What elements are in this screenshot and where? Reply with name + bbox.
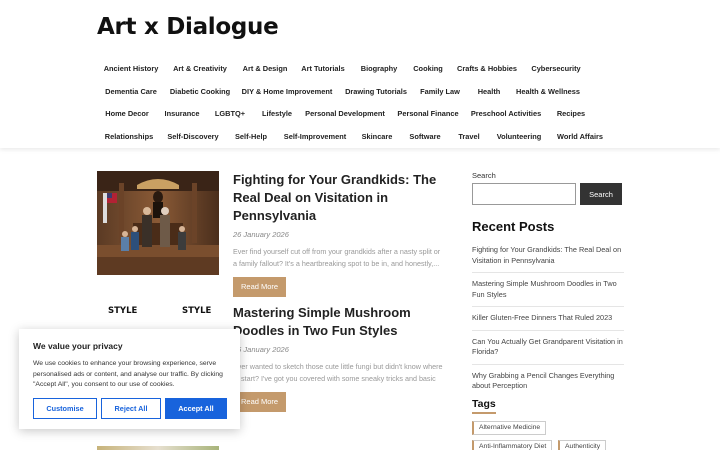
tag-link[interactable]: Alternative Medicine (472, 421, 547, 435)
tags-title: Tags (472, 398, 496, 414)
nav-item-preschool-activities[interactable]: Preschool Activities (471, 103, 541, 125)
nav-item-self-help[interactable]: Self-Help (235, 126, 267, 148)
nav-item-crafts-hobbies[interactable]: Crafts & Hobbies (457, 58, 517, 80)
site-header: Art x Dialogue Ancient History Art & Cre… (0, 0, 720, 148)
search-button[interactable]: Search (580, 183, 622, 205)
nav-item-software[interactable]: Software (409, 126, 440, 148)
tag-link[interactable]: Authenticity (558, 440, 607, 450)
search-form: Search (472, 183, 624, 205)
nav-row-4: Relationships Self-Discovery Self-Help S… (97, 126, 637, 149)
nav-item-health[interactable]: Health (478, 81, 501, 103)
search-label: Search (472, 171, 496, 180)
read-more-button[interactable]: Read More (233, 392, 287, 412)
post-body: Mastering Simple Mushroom Doodles in Two… (233, 304, 445, 412)
reject-all-button[interactable]: Reject All (101, 398, 161, 419)
cookie-consent-banner: We value your privacy We use cookies to … (19, 329, 240, 429)
nav-item-health-wellness[interactable]: Health & Wellness (516, 81, 580, 103)
recent-post-link[interactable]: Fighting for Your Grandkids: The Real De… (472, 242, 624, 273)
cookie-title: We value your privacy (33, 341, 123, 351)
nav-item-travel[interactable]: Travel (458, 126, 479, 148)
nav-item-cooking[interactable]: Cooking (413, 58, 443, 80)
post-date: 26 January 2026 (233, 345, 289, 354)
nav-item-dementia-care[interactable]: Dementia Care (105, 81, 157, 103)
nav-item-volunteering[interactable]: Volunteering (497, 126, 542, 148)
recent-post-link[interactable]: Mastering Simple Mushroom Doodles in Two… (472, 276, 624, 307)
nav-item-self-improvement[interactable]: Self-Improvement (284, 126, 346, 148)
nav-item-art-design[interactable]: Art & Design (243, 58, 288, 80)
site-title[interactable]: Art x Dialogue (97, 14, 279, 40)
nav-item-skincare[interactable]: Skincare (362, 126, 393, 148)
post-excerpt: Ever find yourself cut off from your gra… (233, 247, 441, 268)
thumb-style-label: STYLE (108, 306, 138, 316)
nav-item-biography[interactable]: Biography (361, 58, 398, 80)
nav-item-art-creativity[interactable]: Art & Creativity (173, 58, 227, 80)
nav-item-lgbtq[interactable]: LGBTQ+ (215, 103, 245, 125)
post-excerpt: Ever wanted to sketch those cute little … (233, 362, 443, 383)
accept-all-button[interactable]: Accept All (165, 398, 227, 419)
nav-item-recipes[interactable]: Recipes (557, 103, 585, 125)
nav-item-personal-development[interactable]: Personal Development (305, 103, 385, 125)
nav-item-family-law[interactable]: Family Law (420, 81, 460, 103)
post-date: 26 January 2026 (233, 230, 289, 239)
recent-post-link[interactable]: Can You Actually Get Grandparent Visitat… (472, 334, 624, 365)
nav-item-personal-finance[interactable]: Personal Finance (397, 103, 458, 125)
cookie-text: We use cookies to enhance your browsing … (33, 360, 223, 388)
recent-post-link[interactable]: Why Grabbing a Pencil Changes Everything… (472, 368, 624, 398)
nav-item-diabetic-cooking[interactable]: Diabetic Cooking (170, 81, 230, 103)
recent-post-link[interactable]: Killer Gluten-Free Dinners That Ruled 20… (472, 310, 624, 331)
nav-item-cybersecurity[interactable]: Cybersecurity (531, 58, 580, 80)
nav-item-diy-home-improvement[interactable]: DIY & Home Improvement (242, 81, 333, 103)
recent-posts-list: Fighting for Your Grandkids: The Real De… (472, 242, 624, 398)
nav-row-1: Ancient History Art & Creativity Art & D… (97, 58, 637, 81)
search-input[interactable] (472, 183, 576, 205)
tag-link[interactable]: Anti-Inflammatory Diet (472, 440, 553, 450)
post-thumbnail[interactable] (97, 171, 219, 275)
thumb-style-label: STYLE (182, 306, 212, 316)
post-title[interactable]: Fighting for Your Grandkids: The Real De… (233, 171, 445, 225)
courtroom-image-icon (97, 171, 219, 275)
nav-item-self-discovery[interactable]: Self-Discovery (167, 126, 218, 148)
nav-item-home-decor[interactable]: Home Decor (105, 103, 149, 125)
main-nav: Ancient History Art & Creativity Art & D… (97, 58, 637, 148)
nav-item-art-tutorials[interactable]: Art Tutorials (301, 58, 344, 80)
nav-item-lifestyle[interactable]: Lifestyle (262, 103, 292, 125)
nav-row-3: Home Decor Insurance LGBTQ+ Lifestyle Pe… (97, 103, 637, 126)
post-thumbnail[interactable] (97, 446, 219, 450)
nav-item-relationships[interactable]: Relationships (105, 126, 153, 148)
nav-row-2: Dementia Care Diabetic Cooking DIY & Hom… (97, 81, 637, 104)
recent-posts-title: Recent Posts (472, 219, 555, 234)
nav-item-insurance[interactable]: Insurance (165, 103, 200, 125)
post-title[interactable]: Mastering Simple Mushroom Doodles in Two… (233, 304, 445, 340)
post-body: Fighting for Your Grandkids: The Real De… (233, 171, 445, 297)
sidebar: Search Search Recent Posts Fighting for … (472, 171, 624, 401)
nav-item-ancient-history[interactable]: Ancient History (104, 58, 159, 80)
nav-item-drawing-tutorials[interactable]: Drawing Tutorials (345, 81, 407, 103)
nav-item-world-affairs[interactable]: World Affairs (557, 126, 603, 148)
customise-button[interactable]: Customise (33, 398, 97, 419)
read-more-button[interactable]: Read More (233, 277, 287, 297)
